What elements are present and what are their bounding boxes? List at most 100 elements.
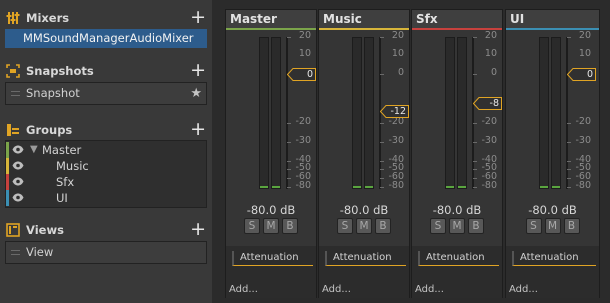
scale-tick — [380, 178, 384, 179]
solo-button[interactable]: S — [430, 218, 446, 234]
mixer-item[interactable]: MMSoundManagerAudioMixer — [6, 30, 206, 47]
scale-tick — [380, 37, 384, 38]
fader-value: -8 — [489, 98, 499, 109]
groups-title: Groups — [26, 123, 73, 137]
expand-arrow-icon[interactable]: ▼ — [30, 142, 38, 158]
scale-tick — [567, 169, 571, 170]
add-effect-button[interactable]: Add... — [509, 284, 538, 295]
solo-button[interactable]: S — [244, 218, 260, 234]
views-header: Views + — [6, 220, 206, 239]
group-label: UI — [56, 191, 68, 205]
scale-label: -80 — [481, 180, 497, 191]
strip-title[interactable]: Master — [226, 10, 316, 30]
group-row-music[interactable]: Music — [6, 158, 206, 174]
strip-title[interactable]: Sfx — [412, 10, 502, 30]
snapshot-label: Snapshot — [26, 86, 80, 100]
fader-track[interactable] — [286, 37, 288, 189]
drag-handle-icon[interactable] — [11, 250, 20, 255]
eye-icon[interactable] — [12, 145, 24, 154]
add-effect-button[interactable]: Add... — [322, 284, 351, 295]
meter-level — [540, 186, 548, 188]
eye-icon[interactable] — [12, 177, 24, 186]
views-icon — [6, 223, 20, 237]
mute-button[interactable]: M — [449, 218, 465, 234]
add-mixer-plus-icon[interactable]: + — [190, 8, 206, 27]
group-row-sfx[interactable]: Sfx — [6, 174, 206, 190]
fader-handle[interactable]: 0 — [286, 68, 317, 81]
volume-db-readout: -80.0 dB — [246, 203, 296, 217]
strip-title[interactable]: Music — [319, 10, 409, 30]
fader-handle[interactable]: -8 — [472, 97, 503, 110]
smb-buttons: SMB — [319, 218, 409, 234]
scale-tick — [380, 187, 384, 188]
effect-attenuation[interactable]: Attenuation — [232, 251, 313, 266]
scale-label: 20 — [391, 30, 404, 41]
meter-level — [365, 186, 373, 188]
group-color-bar — [6, 158, 9, 174]
star-icon[interactable]: ★ — [190, 83, 202, 104]
scale-tick — [473, 123, 477, 124]
fader-track[interactable] — [566, 37, 568, 189]
hierarchy-panel: Mixers + MMSoundManagerAudioMixer Snapsh… — [0, 0, 212, 303]
group-color-bar — [6, 190, 9, 206]
views-title: Views — [26, 223, 64, 237]
smb-buttons: SMB — [226, 218, 316, 234]
mute-button[interactable]: M — [263, 218, 279, 234]
fader-handle[interactable]: 0 — [566, 68, 597, 81]
fader-handle[interactable]: -12 — [379, 105, 410, 118]
add-effect-button[interactable]: Add... — [229, 284, 258, 295]
effect-attenuation[interactable]: Attenuation — [418, 251, 499, 266]
scale-tick — [287, 178, 291, 179]
group-row-ui[interactable]: UI — [6, 190, 206, 206]
mute-button[interactable]: M — [356, 218, 372, 234]
add-snapshot-plus-icon[interactable]: + — [190, 61, 206, 80]
add-group-plus-icon[interactable]: + — [190, 120, 206, 139]
fader-value: -12 — [390, 106, 406, 117]
bypass-button[interactable]: B — [468, 218, 484, 234]
smb-buttons: SMB — [506, 218, 599, 234]
solo-button[interactable]: S — [525, 218, 542, 234]
group-label: Music — [56, 159, 89, 173]
view-item[interactable]: View — [6, 242, 206, 263]
add-effect-button[interactable]: Add... — [415, 284, 444, 295]
scale-label: -20 — [575, 116, 591, 127]
scale-tick — [380, 142, 384, 143]
group-label: Sfx — [56, 175, 75, 189]
bypass-button[interactable]: B — [375, 218, 391, 234]
groups-header: Groups + — [6, 120, 206, 139]
effect-attenuation[interactable]: Attenuation — [325, 251, 406, 266]
scale-tick — [473, 178, 477, 179]
group-color-bar — [6, 142, 9, 158]
level-meter — [445, 37, 455, 189]
level-meter — [539, 37, 549, 189]
channel-strip-ui: UI200-20-30-40-50-60-80100-80.0 dBSMBAtt… — [505, 9, 600, 298]
channel-strip-sfx: Sfx 20 0 -20 -30 -40 -50 -60 -80 10 -8 -80.0 dB S M B A… — [411, 9, 503, 298]
add-view-plus-icon[interactable]: + — [190, 220, 206, 239]
mute-button[interactable]: M — [544, 218, 561, 234]
snapshot-item[interactable]: Snapshot ★ — [6, 83, 206, 104]
level-meter — [551, 37, 561, 189]
group-row-master[interactable]: ▼ Master — [6, 142, 206, 158]
scale-label: -20 — [481, 116, 497, 127]
bypass-button[interactable]: B — [563, 218, 580, 234]
level-meter — [259, 37, 269, 189]
meter-level — [353, 186, 361, 188]
snapshots-title: Snapshots — [26, 64, 94, 78]
effects-section: Attenuation Add... — [506, 246, 599, 298]
meter-level — [446, 186, 454, 188]
eye-icon[interactable] — [12, 161, 24, 170]
effects-section: Attenuation Add... — [412, 246, 502, 298]
volume-db-readout: -80.0 dB — [528, 203, 577, 217]
scale-tick — [567, 187, 571, 188]
scale-tick — [380, 74, 384, 75]
eye-icon[interactable] — [12, 193, 24, 202]
scale-tick — [287, 142, 291, 143]
effect-attenuation[interactable]: Attenuation — [512, 251, 596, 266]
scale-tick — [287, 187, 291, 188]
drag-handle-icon[interactable] — [11, 91, 20, 96]
mixers-title: Mixers — [26, 11, 70, 25]
fader-track[interactable] — [472, 37, 474, 189]
solo-button[interactable]: S — [337, 218, 353, 234]
bypass-button[interactable]: B — [282, 218, 298, 234]
strip-title[interactable]: UI — [506, 10, 599, 30]
